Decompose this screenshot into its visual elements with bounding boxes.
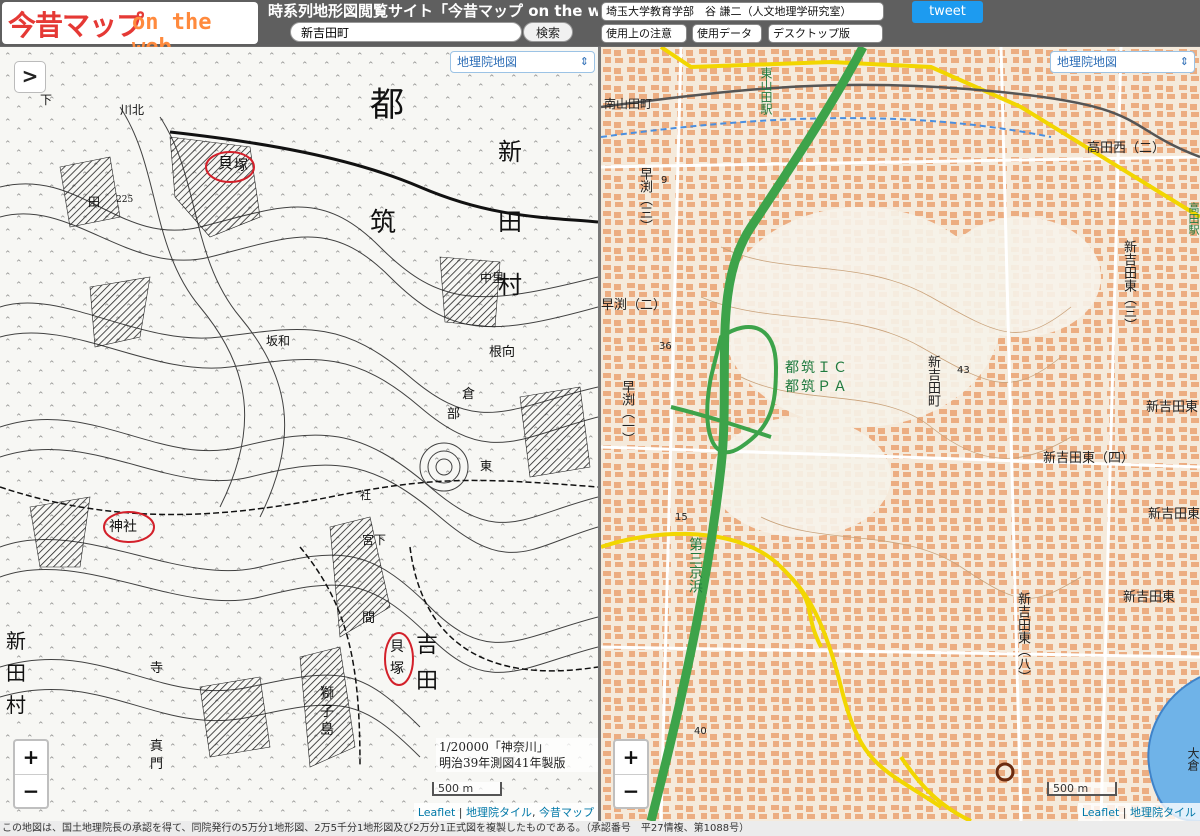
author-link-button[interactable]: 埼玉大学教育学部 谷 謙二（人文地理学研究室） — [601, 2, 884, 21]
right-scale-bar: 500 m — [1047, 782, 1117, 796]
map-label-tsuzuki-2: 筑 — [370, 208, 397, 238]
desktop-version-button[interactable]: デスクトップ版 — [768, 24, 883, 43]
leaflet-link[interactable]: Leaflet — [1082, 806, 1119, 819]
map-label-kaizuka-2: 塚 — [390, 661, 404, 677]
map-label-shinyoshidahigashi-8: 新吉田東（八） — [1015, 592, 1030, 683]
map-elev-36: 36 — [659, 341, 672, 352]
map-label-miyashita: 宮下 — [362, 533, 387, 547]
modern-map-pane[interactable]: 南山田町 東山田駅 高田西（二） 高田駅 早渕（三） 早渕（二） 早渕（一） 都… — [601, 47, 1200, 821]
map-label-tsuzuki-pa: 都筑ＰＡ — [785, 379, 849, 395]
map-label-nakazato: 中里 — [480, 271, 505, 285]
map-elev-9: 9 — [661, 175, 668, 186]
map-label-higashiyamata-station: 東山田駅 — [759, 67, 773, 115]
map-elev-43: 43 — [957, 365, 970, 376]
map-label-shishi-1: 獅 — [320, 686, 334, 702]
map-label-shishi-3: 島 — [320, 722, 334, 738]
map-label-takata-station: 高田駅 — [1187, 202, 1200, 235]
tweet-button[interactable]: tweet — [912, 1, 983, 23]
site-title: 時系列地形図閲覧サイト「今昔マップ on the web」 — [268, 2, 598, 20]
right-zoom-out-button[interactable]: − — [615, 774, 647, 807]
right-layer-select-value: 地理院地図 — [1057, 55, 1118, 69]
map-label-sw-shin: 新 — [6, 629, 26, 653]
map-label-nekatsu: 根向 — [489, 345, 516, 360]
map-label-shinden-1: 新 — [498, 138, 522, 166]
map-label-sw-den: 田 — [6, 661, 26, 685]
konjaku-link[interactable]: 今昔マップ — [539, 806, 594, 819]
gsi-tiles-link[interactable]: 地理院タイル — [466, 806, 532, 819]
map-label-mon: 門 — [150, 757, 164, 772]
right-zoom-in-button[interactable]: + — [615, 741, 647, 774]
modern-map-canvas — [601, 47, 1200, 821]
map-label-yashiro: 社 — [360, 489, 371, 502]
right-layer-select[interactable]: 地理院地図 ⇕ — [1050, 51, 1195, 73]
chevron-updown-icon: ⇕ — [579, 55, 589, 68]
left-scale-bar: 500 m — [432, 782, 502, 796]
map-label-elevation: 225 — [116, 195, 134, 205]
map-label-shinyoshidahigashi-b: 新吉田東 — [1148, 507, 1200, 522]
left-layer-select-value: 地理院地図 — [457, 55, 518, 69]
edition-line-2: 明治39年測図41年製版 — [439, 756, 566, 770]
sidebar-toggle-button[interactable]: > — [14, 61, 46, 93]
map-label-yoshida-2: 田 — [416, 669, 439, 694]
map-label-den: 田 — [88, 195, 101, 209]
map-label-shinyoshidahigashi-3: 新吉田東（三） — [1121, 240, 1136, 331]
left-attribution: Leaflet | 地理院タイル, 今昔マップ — [413, 803, 598, 821]
map-label-takata-nishi: 高田西（二） — [1087, 141, 1166, 156]
leaflet-link[interactable]: Leaflet — [418, 806, 455, 819]
map-label-yoshida-1: 吉 — [416, 633, 439, 658]
map-label-shimo: 下 — [40, 93, 53, 107]
map-label-kaizuka-top: 貝 — [218, 154, 234, 172]
map-label-shinyoshida-cho: 新吉田町 — [925, 355, 940, 407]
left-zoom-out-button[interactable]: − — [15, 774, 47, 807]
search-input[interactable] — [290, 22, 522, 42]
map-elev-40: 40 — [694, 726, 707, 737]
map-label-hayabuchi-1: 早渕（一） — [619, 380, 634, 445]
map-label-shinden-2: 田 — [498, 208, 522, 236]
right-zoom-control: + − — [613, 739, 649, 809]
left-zoom-control: + − — [13, 739, 49, 809]
attribution-comma: , — [532, 806, 539, 819]
map-label-shrine: 神社 — [109, 519, 137, 535]
map-elev-15: 15 — [675, 512, 688, 523]
right-attribution: Leaflet | 地理院タイル — [1077, 803, 1200, 821]
edition-line-1: 1/20000「神奈川」 — [439, 740, 549, 754]
map-label-ookura: 大倉 — [1186, 747, 1200, 771]
map-label-dai3keihin: 第三京浜 — [687, 537, 703, 593]
map-label-sakawa: 坂和 — [266, 334, 291, 348]
map-label-kura: 倉 — [462, 387, 476, 402]
header-bar: 今昔マップ on the web 時系列地形図閲覧サイト「今昔マップ on th… — [0, 0, 1200, 60]
usage-notes-button[interactable]: 使用上の注意 — [601, 24, 687, 43]
map-label-hayabuchi-3: 早渕（三） — [637, 167, 652, 232]
old-map-pane[interactable]: ⌃ ⌃ — [0, 47, 598, 821]
map-edition-info: 1/20000「神奈川」 明治39年測図41年製版 — [436, 738, 598, 772]
attribution-separator: | — [455, 806, 466, 819]
map-label-shinyoshidahigashi-4: 新吉田東（四） — [1043, 451, 1135, 466]
map-label-shin: 真 — [150, 739, 164, 754]
data-used-button[interactable]: 使用データ — [692, 24, 762, 43]
map-label-kaizuka-1: 貝 — [390, 639, 404, 655]
left-zoom-in-button[interactable]: + — [15, 741, 47, 774]
site-logo[interactable]: 今昔マップ on the web — [2, 2, 258, 60]
gsi-tiles-link[interactable]: 地理院タイル — [1130, 806, 1196, 819]
logo-main-text: 今昔マップ — [8, 9, 144, 42]
map-label-kawakita: 川北 — [120, 103, 145, 117]
map-label-bu: 部 — [447, 407, 461, 422]
map-label-hayabuchi-2: 早渕（二） — [601, 298, 667, 313]
map-label-kaizuka-top-2: 塚 — [234, 158, 248, 174]
map-label-minamiyamata: 南山田町 — [604, 97, 653, 111]
left-layer-select[interactable]: 地理院地図 ⇕ — [450, 51, 595, 73]
search-button[interactable]: 検索 — [523, 22, 573, 42]
chevron-updown-icon: ⇕ — [1179, 55, 1189, 68]
map-label-temple: 寺 — [150, 661, 164, 676]
map-label-shishi-2: 子 — [320, 704, 334, 720]
map-label-shinyoshidahigashi-a: 新吉田東 — [1146, 400, 1199, 415]
map-label-higashi: 東 — [480, 459, 493, 473]
map-label-tsuzuki-1: 都 — [370, 85, 404, 125]
map-label-tsuzuki-ic: 都筑ＩＣ — [785, 360, 849, 376]
map-label-ma: 間 — [362, 611, 376, 626]
map-label-sw-mura: 村 — [6, 693, 26, 717]
attribution-separator: | — [1119, 806, 1130, 819]
copyright-footer: この地図は、国土地理院長の承認を得て、同院発行の5万分1地形図、2万5千分1地形… — [0, 821, 1200, 836]
map-label-shinyoshidahigashi-c: 新吉田東 — [1123, 590, 1176, 605]
